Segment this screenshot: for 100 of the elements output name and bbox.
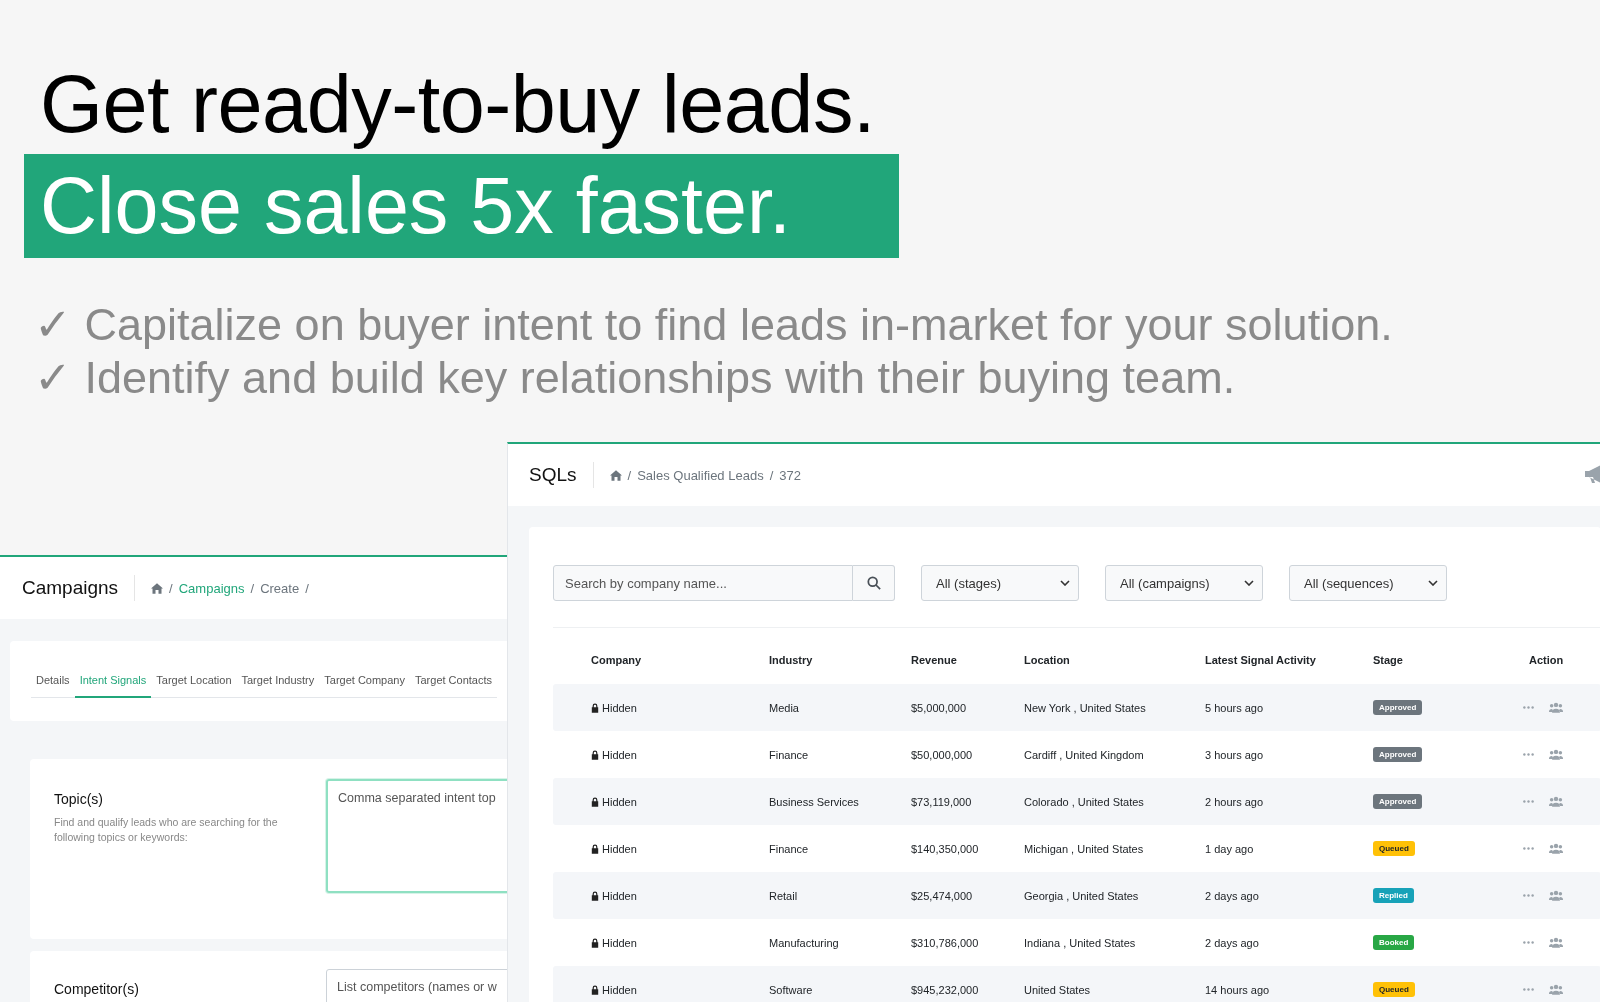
search-field[interactable]: Search by company name... [553,565,853,601]
users-icon[interactable] [1549,890,1563,901]
lock-icon [591,937,599,948]
stage-badge: Approved [1373,747,1423,762]
filter-dropdown[interactable]: All (stages) [921,565,1079,601]
table-cell-text: 3 hours ago [1205,748,1265,761]
megaphone-icon[interactable] [1583,464,1600,484]
table-cell-text: Indiana , United States [1024,936,1137,949]
tab[interactable]: Target Contacts [410,664,498,698]
breadcrumb-text: 372 [779,467,801,483]
more-icon[interactable] [1523,941,1534,944]
benefit-text: ✓ Capitalize on buyer intent to find leads in-market for your solution. [34,298,1394,351]
column-header: Location [1024,654,1071,666]
breadcrumb-separator: / [250,580,255,596]
column-header: Latest Signal Activity [1205,654,1317,666]
table-cell-text: $73,119,000 [911,795,973,808]
page-title: SQLs [529,464,577,486]
table-cell-text: 2 days ago [1205,936,1260,949]
table-cell: Hidden [602,842,637,855]
stage-badge: Approved [1373,700,1423,715]
lock-icon [591,702,599,713]
table-cell: Hidden [602,983,637,996]
column-header: Industry [769,654,814,666]
lock-icon [591,984,599,995]
page-title: Campaigns [22,577,119,599]
table-cell-text: $5,000,000 [911,701,968,714]
table-cell-text: 14 hours ago [1205,983,1271,996]
tab[interactable]: Target Location [151,664,237,698]
home-icon[interactable] [609,469,622,481]
table-cell-text: Colorado , United States [1024,795,1145,808]
caret-icon [1428,580,1438,586]
table-cell-text: $50,000,000 [911,748,974,761]
home-icon[interactable] [151,582,164,594]
table-cell-text: Retail [769,889,799,902]
field-label: Competitor(s) [54,981,140,997]
breadcrumb-separator: / [305,580,309,596]
benefit-text: ✓ Identify and build key relationships with their buying team. [34,351,1237,404]
lock-icon [591,749,599,760]
users-icon[interactable] [1549,702,1563,713]
tab[interactable]: Target Industry [236,664,320,698]
headline: Get ready-to-buy leads. [40,58,876,150]
stage-badge: Approved [1373,794,1423,809]
stage-badge: Queued [1373,982,1415,997]
text-area[interactable]: Comma separated intent top [326,779,508,893]
table-cell-text: $25,474,000 [911,889,974,902]
table-cell-text: 1 day ago [1205,842,1255,855]
table-cell: Hidden [602,748,637,761]
breadcrumb-text: Sales Qualified Leads [637,467,764,483]
table-cell-text: Finance [769,748,810,761]
tab[interactable]: Target Company [319,664,410,698]
table-cell-text: 2 days ago [1205,889,1260,902]
caret-icon [1060,580,1070,586]
caret-icon [1244,580,1254,586]
table-cell: Hidden [602,795,637,808]
more-icon[interactable] [1523,988,1534,991]
more-icon[interactable] [1523,894,1534,897]
column-header: Action [1528,654,1565,666]
lock-icon [591,843,599,854]
more-icon[interactable] [1523,847,1534,850]
users-icon[interactable] [1549,796,1563,807]
users-icon[interactable] [1549,937,1563,948]
filter-dropdown[interactable]: All (campaigns) [1105,565,1263,601]
users-icon[interactable] [1549,984,1563,995]
table-cell-text: Manufacturing [769,936,840,949]
table-cell-text: Georgia , United States [1024,889,1140,902]
lock-icon [591,890,599,901]
table-cell-text: Business Services [769,795,860,808]
field-help-text: Find and qualify leads who are searching for the following topics or keywords: [54,815,279,845]
table-cell-text: Michigan , United States [1024,842,1145,855]
search-icon [866,576,881,590]
lock-icon [591,796,599,807]
table-cell-text: Media [769,701,800,714]
table-cell-text: Cardiff , United Kingdom [1024,748,1145,761]
tab[interactable]: Details [31,664,75,698]
stage-badge: Queued [1373,841,1415,856]
users-icon[interactable] [1549,749,1563,760]
column-header: Company [591,654,643,666]
table-cell-text: Finance [769,842,810,855]
more-icon[interactable] [1523,706,1534,709]
field-label: Topic(s) [54,791,104,807]
more-icon[interactable] [1523,800,1534,803]
table-cell-text: New York , United States [1024,701,1147,714]
users-icon[interactable] [1549,843,1563,854]
column-header: Revenue [911,654,958,666]
table-cell: Hidden [602,936,637,949]
column-header: Stage [1373,654,1404,666]
stage-badge: Booked [1373,935,1415,950]
filter-dropdown[interactable]: All (sequences) [1289,565,1447,601]
table-cell: Hidden [602,889,637,902]
breadcrumb-separator: / [769,467,774,483]
more-icon[interactable] [1523,753,1534,756]
table-cell-text: 2 hours ago [1205,795,1265,808]
highlight-banner: Close sales 5x faster. [24,154,899,258]
table-cell-text: $945,232,000 [911,983,980,996]
table-cell-text: 5 hours ago [1205,701,1265,714]
breadcrumb-separator: / [627,467,632,483]
breadcrumb-separator: / [169,580,173,596]
table-cell-text: Software [769,983,814,996]
stage-badge: Replied [1373,888,1414,903]
search-button[interactable] [853,565,895,601]
